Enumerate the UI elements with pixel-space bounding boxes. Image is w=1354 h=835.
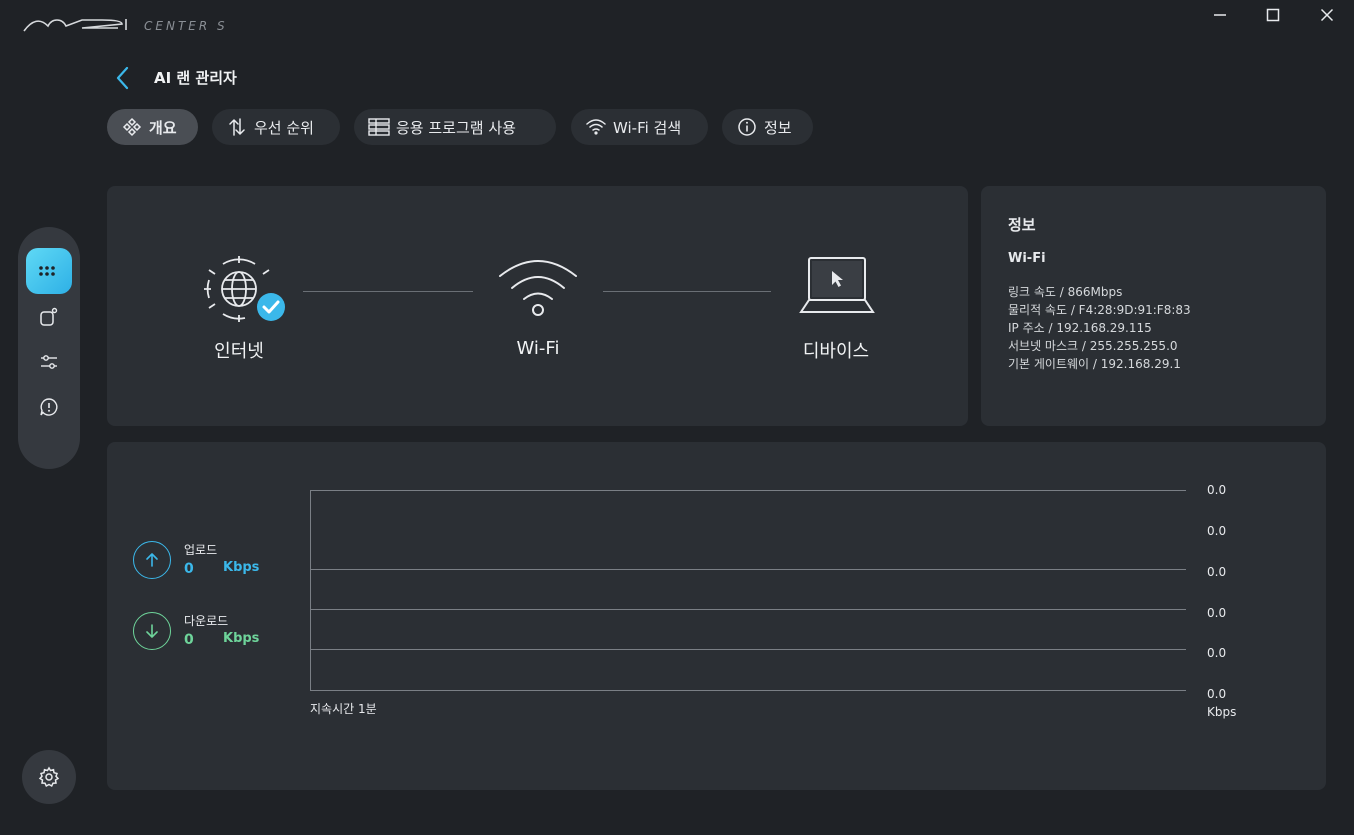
tab-label: 응용 프로그램 사용 bbox=[396, 118, 516, 137]
dashboard-dots-icon bbox=[39, 266, 55, 276]
upload-arrow-icon bbox=[133, 541, 171, 579]
link-speed: 링크 속도 / 866Mbps bbox=[1008, 285, 1123, 299]
minimize-icon bbox=[1214, 14, 1226, 16]
tab-wifi-scan[interactable]: Wi-Fi 검색 bbox=[571, 109, 708, 145]
graph-axis-label: 0.0 bbox=[1207, 565, 1227, 579]
internet-label: 인터넷 bbox=[214, 341, 264, 362]
download-unit: Kbps bbox=[223, 631, 260, 646]
connection-line bbox=[603, 291, 771, 292]
wifi-icon bbox=[585, 116, 607, 138]
device-label: 디바이스 bbox=[802, 341, 870, 362]
internet-globe-icon bbox=[204, 256, 285, 322]
upload-label: 업로드 bbox=[184, 543, 218, 557]
info-icon bbox=[736, 116, 758, 138]
laptop-icon bbox=[799, 257, 875, 313]
info-title: 정보 bbox=[1008, 216, 1036, 234]
back-button[interactable] bbox=[112, 64, 134, 92]
download-value: 0 bbox=[184, 632, 194, 648]
title-bar: CENTER S bbox=[0, 0, 1354, 40]
network-topology-panel: 인터넷 Wi-Fi 디바이스 bbox=[107, 186, 968, 426]
info-panel: 정보 Wi-Fi 링크 속도 / 866Mbps 물리적 속도 / F4:28:… bbox=[981, 186, 1326, 426]
info-details: 링크 속도 / 866Mbps 물리적 속도 / F4:28:9D:91:F8:… bbox=[1008, 283, 1191, 373]
device-icon bbox=[40, 307, 58, 326]
graph-gridline bbox=[310, 609, 1186, 610]
graph-axis-label: 0.0 bbox=[1207, 483, 1227, 497]
maximize-button[interactable] bbox=[1258, 8, 1288, 30]
tab-label: 우선 순위 bbox=[254, 118, 314, 137]
wifi-node bbox=[495, 256, 581, 320]
chevron-left-icon bbox=[116, 66, 129, 90]
tab-overview[interactable]: 개요 bbox=[107, 109, 198, 145]
download-label: 다운로드 bbox=[184, 614, 229, 628]
tab-label: 정보 bbox=[764, 118, 792, 137]
priority-arrows-icon bbox=[226, 116, 248, 138]
close-button[interactable] bbox=[1312, 8, 1342, 30]
wifi-label: Wi-Fi bbox=[516, 338, 560, 359]
rail-item-device[interactable] bbox=[26, 294, 72, 340]
graph-axis-label: 0.0 bbox=[1207, 646, 1227, 660]
tab-app-usage[interactable]: 응용 프로그램 사용 bbox=[354, 109, 556, 145]
subnet-mask: 서브넷 마스크 / 255.255.255.0 bbox=[1008, 339, 1178, 353]
graph-axis-label: 0.0 bbox=[1207, 687, 1227, 701]
graph-unit-label: Kbps bbox=[1207, 705, 1237, 719]
tab-info[interactable]: 정보 bbox=[722, 109, 813, 145]
tab-priority[interactable]: 우선 순위 bbox=[212, 109, 340, 145]
maximize-icon bbox=[1266, 8, 1280, 22]
minimize-button[interactable] bbox=[1205, 8, 1235, 30]
alert-icon bbox=[40, 398, 58, 416]
gear-icon bbox=[38, 766, 60, 788]
connection-line bbox=[303, 291, 473, 292]
page-title: AI 랜 관리자 bbox=[154, 69, 237, 87]
tab-label: 개요 bbox=[149, 118, 177, 137]
traffic-panel: 업로드 0 Kbps 다운로드 0 Kbps 0.0 0.0 0.0 0.0 0… bbox=[107, 442, 1326, 790]
graph-gridline bbox=[310, 569, 1186, 570]
graph-duration-label: 지속시간 1분 bbox=[310, 702, 377, 716]
upload-unit: Kbps bbox=[223, 560, 260, 575]
graph-baseline bbox=[310, 690, 1186, 691]
close-icon bbox=[1320, 8, 1334, 22]
default-gateway: 기본 게이트웨이 / 192.168.29.1 bbox=[1008, 357, 1181, 371]
internet-node bbox=[201, 252, 291, 326]
graph-axis-label: 0.0 bbox=[1207, 524, 1227, 538]
wifi-icon bbox=[499, 260, 577, 316]
connection-type: Wi-Fi bbox=[1008, 251, 1046, 266]
upload-value: 0 bbox=[184, 561, 194, 577]
graph-gridline bbox=[310, 490, 1186, 491]
graph-gridline bbox=[310, 649, 1186, 650]
graph-y-axis bbox=[310, 490, 311, 691]
left-rail bbox=[18, 227, 80, 469]
rail-item-sliders[interactable] bbox=[26, 339, 72, 385]
sliders-icon bbox=[41, 355, 57, 369]
overview-icon bbox=[121, 116, 143, 138]
graph-axis-label: 0.0 bbox=[1207, 606, 1227, 620]
rail-item-alerts[interactable] bbox=[26, 384, 72, 430]
physical-address: 물리적 속도 / F4:28:9D:91:F8:83 bbox=[1008, 303, 1191, 317]
device-node bbox=[797, 256, 877, 318]
download-arrow-icon bbox=[133, 612, 171, 650]
rail-item-dashboard[interactable] bbox=[26, 248, 72, 294]
svg-text:CENTER S: CENTER S bbox=[144, 19, 228, 33]
tab-label: Wi-Fi 검색 bbox=[613, 118, 682, 137]
msi-center-logo: CENTER S bbox=[22, 14, 272, 34]
settings-button[interactable] bbox=[22, 750, 76, 804]
ip-address: IP 주소 / 192.168.29.115 bbox=[1008, 321, 1152, 335]
app-list-icon bbox=[368, 116, 390, 138]
traffic-graph bbox=[310, 490, 1186, 691]
